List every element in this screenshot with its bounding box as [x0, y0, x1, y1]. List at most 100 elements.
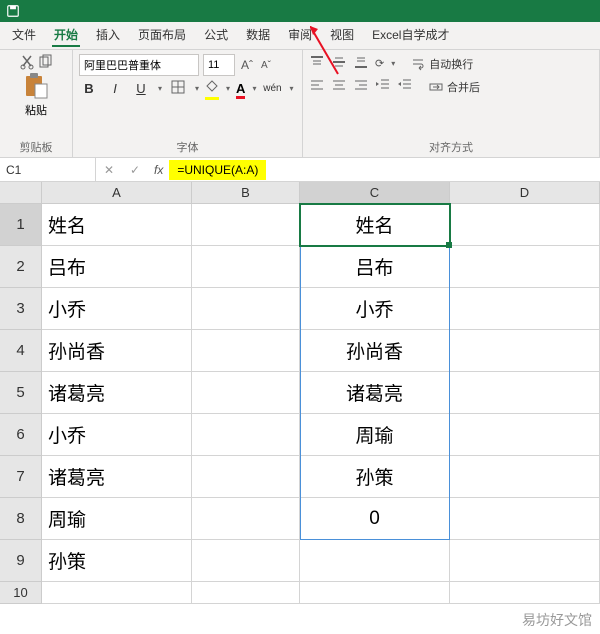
- row-header[interactable]: 3: [0, 288, 42, 330]
- cell[interactable]: [300, 582, 450, 604]
- decrease-font-icon[interactable]: Aˇ: [259, 60, 273, 71]
- cell[interactable]: 周瑜: [42, 498, 192, 540]
- tab-formula[interactable]: 公式: [202, 22, 230, 49]
- ribbon: 粘贴 剪贴板 Aˆ Aˇ B I U▾ ▾ ▾ A▾ wén▾ 字体: [0, 50, 600, 158]
- cell[interactable]: [192, 540, 300, 582]
- col-header-a[interactable]: A: [42, 182, 192, 204]
- underline-button[interactable]: U: [131, 81, 151, 96]
- font-name-select[interactable]: [79, 54, 199, 76]
- row-header[interactable]: 5: [0, 372, 42, 414]
- cell[interactable]: 姓名: [42, 204, 192, 246]
- tab-file[interactable]: 文件: [10, 22, 38, 49]
- row-header[interactable]: 4: [0, 330, 42, 372]
- orientation-icon[interactable]: ⟳: [375, 57, 384, 70]
- merge-button[interactable]: 合并后: [429, 79, 480, 95]
- cell[interactable]: 孙尚香: [300, 330, 450, 372]
- cell[interactable]: 0: [300, 498, 450, 540]
- tab-data[interactable]: 数据: [244, 22, 272, 49]
- tab-home[interactable]: 开始: [52, 22, 80, 49]
- select-all-corner[interactable]: [0, 182, 42, 204]
- cell[interactable]: [450, 456, 600, 498]
- increase-font-icon[interactable]: Aˆ: [239, 58, 255, 72]
- cell[interactable]: [42, 582, 192, 604]
- border-button[interactable]: [168, 80, 188, 97]
- cell[interactable]: [450, 540, 600, 582]
- row-header[interactable]: 8: [0, 498, 42, 540]
- tab-extra[interactable]: Excel自学成才: [370, 22, 451, 49]
- cell[interactable]: 诸葛亮: [300, 372, 450, 414]
- cell[interactable]: [192, 456, 300, 498]
- worksheet-grid: A B C D 1姓名姓名2吕布吕布3小乔小乔4孙尚香孙尚香5诸葛亮诸葛亮6小乔…: [0, 182, 600, 604]
- cell[interactable]: 小乔: [42, 288, 192, 330]
- cell[interactable]: 诸葛亮: [42, 456, 192, 498]
- row-header[interactable]: 6: [0, 414, 42, 456]
- paste-label: 粘贴: [25, 102, 47, 118]
- cell[interactable]: [192, 204, 300, 246]
- align-right-icon[interactable]: [353, 77, 369, 96]
- annotation-arrow-icon: [310, 26, 350, 86]
- cell[interactable]: [192, 288, 300, 330]
- col-header-c[interactable]: C: [300, 182, 450, 204]
- cell[interactable]: [450, 498, 600, 540]
- cancel-icon[interactable]: ✕: [96, 163, 122, 177]
- cell[interactable]: 吕布: [300, 246, 450, 288]
- cell[interactable]: [450, 246, 600, 288]
- cell[interactable]: [450, 288, 600, 330]
- cell[interactable]: 吕布: [42, 246, 192, 288]
- align-bottom-icon[interactable]: [353, 54, 369, 73]
- font-color-button[interactable]: A: [236, 81, 245, 96]
- font-group-label: 字体: [79, 137, 296, 155]
- col-header-b[interactable]: B: [192, 182, 300, 204]
- row-header[interactable]: 1: [0, 204, 42, 246]
- cell[interactable]: 姓名: [300, 204, 450, 246]
- row-header[interactable]: 2: [0, 246, 42, 288]
- tab-insert[interactable]: 插入: [94, 22, 122, 49]
- name-box[interactable]: C1: [0, 158, 96, 181]
- autosave-icon: [6, 4, 20, 18]
- cell[interactable]: [192, 582, 300, 604]
- bold-button[interactable]: B: [79, 81, 99, 96]
- cell[interactable]: 诸葛亮: [42, 372, 192, 414]
- cut-icon[interactable]: [19, 54, 35, 70]
- cell[interactable]: 孙策: [300, 456, 450, 498]
- paste-button[interactable]: 粘贴: [23, 72, 49, 118]
- cell[interactable]: [450, 204, 600, 246]
- cell[interactable]: [450, 330, 600, 372]
- cell[interactable]: [450, 414, 600, 456]
- row-header[interactable]: 7: [0, 456, 42, 498]
- decrease-indent-icon[interactable]: [375, 77, 391, 96]
- cell[interactable]: [450, 582, 600, 604]
- cell[interactable]: [192, 372, 300, 414]
- cell[interactable]: [192, 414, 300, 456]
- watermark: 易坊好文馆: [522, 610, 592, 630]
- cell[interactable]: 孙策: [42, 540, 192, 582]
- copy-icon[interactable]: [37, 54, 53, 70]
- group-clipboard: 粘贴 剪贴板: [0, 50, 73, 157]
- cell[interactable]: 小乔: [42, 414, 192, 456]
- row-header[interactable]: 9: [0, 540, 42, 582]
- phonetic-button[interactable]: wén: [262, 83, 282, 94]
- fill-color-button[interactable]: [205, 80, 219, 97]
- cell[interactable]: [192, 330, 300, 372]
- confirm-icon[interactable]: ✓: [122, 163, 148, 177]
- cell[interactable]: 周瑜: [300, 414, 450, 456]
- increase-indent-icon[interactable]: [397, 77, 413, 96]
- font-size-select[interactable]: [203, 54, 235, 76]
- cell[interactable]: [300, 540, 450, 582]
- clipboard-label: 剪贴板: [6, 137, 66, 155]
- align-group-label: 对齐方式: [309, 137, 593, 155]
- col-header-d[interactable]: D: [450, 182, 600, 204]
- cell[interactable]: [192, 246, 300, 288]
- fx-icon[interactable]: fx: [148, 163, 169, 177]
- cell[interactable]: [192, 498, 300, 540]
- wrap-text-button[interactable]: 自动换行: [411, 56, 473, 72]
- menu-bar: 文件 开始 插入 页面布局 公式 数据 审阅 视图 Excel自学成才: [0, 22, 600, 50]
- italic-button[interactable]: I: [105, 81, 125, 96]
- cell[interactable]: 孙尚香: [42, 330, 192, 372]
- title-bar: [0, 0, 600, 22]
- cell[interactable]: [450, 372, 600, 414]
- row-header[interactable]: 10: [0, 582, 42, 604]
- formula-input[interactable]: =UNIQUE(A:A): [169, 160, 266, 180]
- tab-layout[interactable]: 页面布局: [136, 22, 188, 49]
- cell[interactable]: 小乔: [300, 288, 450, 330]
